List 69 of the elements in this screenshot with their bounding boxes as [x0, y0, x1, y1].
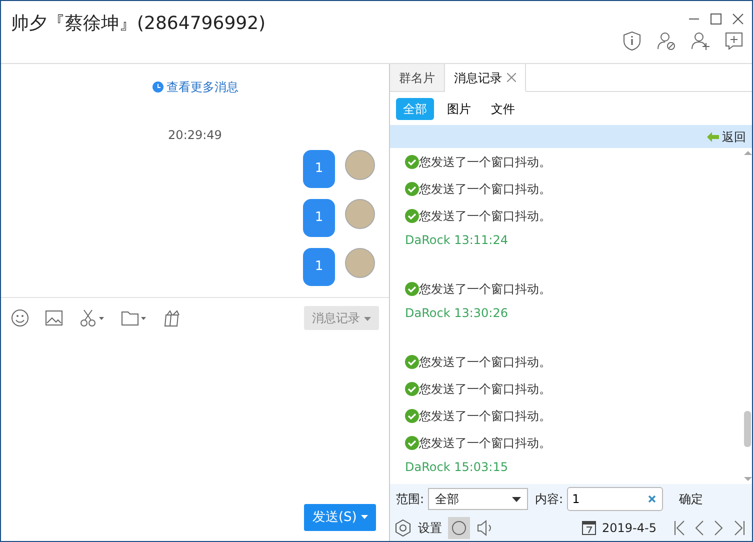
- first-page-icon[interactable]: [674, 520, 686, 536]
- previous-icon[interactable]: [695, 520, 706, 536]
- check-icon: [405, 408, 419, 422]
- scope-dropdown[interactable]: 全部: [428, 488, 528, 510]
- check-icon: [405, 208, 419, 222]
- sender-time: DaRock 15:03:15: [405, 459, 509, 476]
- back-arrow-icon: [707, 132, 719, 142]
- avatar: [345, 199, 375, 229]
- settings-link[interactable]: 设置: [418, 518, 442, 536]
- record-text: 您发送了一个窗口抖动。: [419, 354, 551, 370]
- check-icon: [405, 436, 419, 450]
- more-messages-link[interactable]: 查看更多消息: [152, 78, 238, 96]
- caret-icon: [361, 514, 368, 519]
- message-timestamp: 20:29:49: [168, 127, 222, 144]
- tab[interactable]: 消息记录: [445, 64, 526, 92]
- maximize-icon[interactable]: [710, 13, 722, 25]
- emoji-icon[interactable]: [11, 309, 29, 327]
- gift-icon[interactable]: [163, 309, 181, 327]
- caret-icon: [512, 496, 522, 502]
- speaker-icon[interactable]: [476, 520, 494, 536]
- check-icon: [405, 382, 419, 396]
- more-messages-text[interactable]: 查看更多消息: [166, 78, 238, 96]
- avatar: [345, 248, 375, 278]
- filter-tab[interactable]: 图片: [440, 98, 478, 120]
- scissors-icon[interactable]: [79, 309, 105, 327]
- shield-info-icon[interactable]: [622, 31, 642, 51]
- avatar: [345, 150, 375, 180]
- tab[interactable]: 群名片: [390, 64, 445, 92]
- search-toggle[interactable]: [448, 516, 470, 538]
- scrollbar-thumb[interactable]: [744, 411, 751, 447]
- record-text: 您发送了一个窗口抖动。: [419, 380, 551, 398]
- calendar-icon[interactable]: [582, 520, 596, 534]
- date-text: 2019-4-5: [602, 520, 656, 536]
- message-bubble: 1: [303, 248, 335, 286]
- message-bubble: 1: [303, 150, 335, 188]
- back-link[interactable]: 返回: [722, 128, 746, 146]
- sender-time: DaRock 13:30:26: [405, 305, 509, 322]
- scope-label: 范围:: [396, 491, 424, 508]
- next-icon[interactable]: [714, 520, 724, 536]
- image-icon[interactable]: [45, 310, 63, 326]
- add-chat-icon[interactable]: [724, 31, 744, 51]
- close-icon[interactable]: [732, 13, 744, 25]
- confirm-link[interactable]: 确定: [679, 490, 704, 508]
- record-text: 您发送了一个窗口抖动。: [419, 154, 551, 170]
- record-text: 您发送了一个窗口抖动。: [419, 180, 551, 198]
- filter-tab[interactable]: 文件: [484, 98, 522, 120]
- caret-icon: [364, 316, 371, 321]
- add-user-icon[interactable]: [690, 31, 710, 51]
- check-icon: [405, 354, 419, 368]
- content-label: 内容:: [535, 491, 564, 508]
- close-tab-icon[interactable]: [507, 73, 516, 82]
- check-icon: [405, 154, 419, 168]
- clear-icon[interactable]: [648, 495, 656, 503]
- record-text: 您发送了一个窗口抖动。: [419, 280, 551, 298]
- settings-icon[interactable]: [394, 518, 412, 536]
- check-icon: [405, 282, 419, 296]
- search-icon: [451, 520, 467, 536]
- folder-icon[interactable]: [121, 310, 147, 326]
- user-block-icon[interactable]: [656, 31, 676, 51]
- record-text: 您发送了一个窗口抖动。: [419, 208, 551, 224]
- check-icon: [405, 182, 419, 196]
- window-title: 帅夕『蔡徐坤』(2864796992): [11, 13, 266, 36]
- message-bubble: 1: [303, 199, 335, 237]
- clock-icon: [152, 81, 164, 93]
- record-text: 您发送了一个窗口抖动。: [419, 408, 551, 424]
- sender-time: DaRock 13:11:24: [405, 232, 509, 249]
- content-input[interactable]: 1: [567, 487, 664, 511]
- record-text: 您发送了一个窗口抖动。: [419, 434, 551, 452]
- last-page-icon[interactable]: [733, 520, 746, 536]
